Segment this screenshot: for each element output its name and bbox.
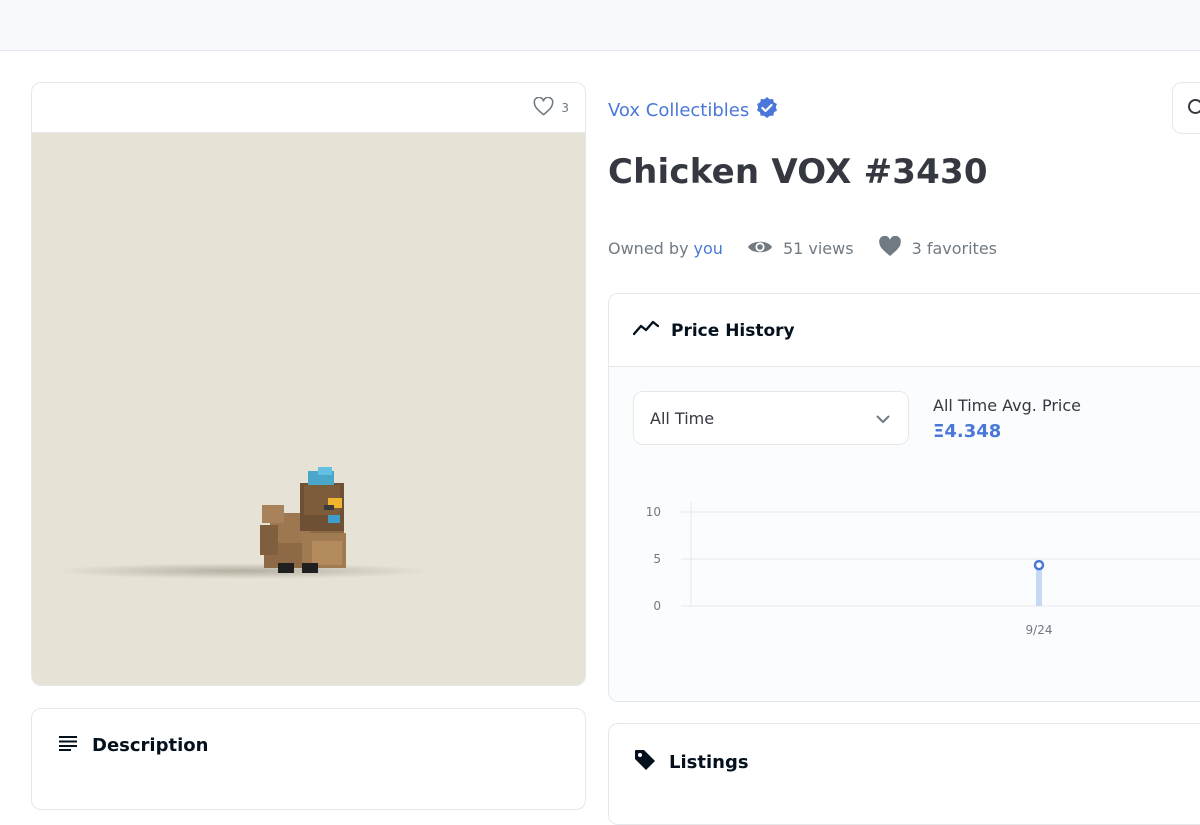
views-count: 51 views — [747, 238, 854, 260]
listings-header[interactable]: Listings — [633, 748, 749, 777]
favorites-text: 3 favorites — [911, 239, 997, 258]
favorites-count[interactable]: 3 favorites — [878, 235, 997, 261]
listings-card: Listings — [608, 723, 1200, 825]
avg-price-value: Ξ4.348 — [933, 421, 1002, 442]
eye-icon — [747, 238, 773, 260]
price-history-title: Price History — [671, 320, 795, 341]
owner-link[interactable]: you — [694, 239, 723, 258]
heart-icon — [878, 235, 902, 261]
asset-card-header: 3 — [32, 83, 585, 133]
asset-title: Chicken VOX #3430 — [608, 152, 988, 192]
voxel-chicken-illustration — [52, 467, 432, 579]
avg-price-label: All Time Avg. Price — [933, 396, 1081, 415]
price-history-chart: 0 5 10 9/24 — [646, 502, 1200, 637]
chart-y-tick-label: 0 — [653, 599, 661, 613]
favorite-count: 3 — [561, 101, 569, 115]
search-button[interactable] — [1172, 82, 1200, 134]
asset-meta-row: Owned by you 51 views 3 favorites — [608, 235, 997, 261]
chart-y-tick-label: 5 — [653, 552, 661, 566]
search-icon — [1187, 98, 1200, 122]
tag-icon — [633, 748, 657, 777]
price-history-card: Price History All Time All Time Avg. Pri… — [608, 293, 1200, 702]
price-history-header[interactable]: Price History — [609, 294, 1200, 367]
top-nav-bar — [0, 0, 1200, 51]
period-selected-value: All Time — [650, 408, 715, 428]
chart-bar — [1036, 565, 1042, 606]
description-card: Description — [31, 708, 586, 810]
asset-image-card: 3 — [31, 82, 586, 686]
heart-outline-icon — [533, 96, 554, 119]
trending-line-icon — [632, 320, 660, 341]
lines-icon — [58, 735, 78, 756]
asset-image[interactable] — [32, 133, 585, 685]
chart-data-point — [1033, 559, 1045, 571]
verified-badge-icon — [755, 96, 779, 125]
collection-name: Vox Collectibles — [608, 100, 750, 121]
period-select[interactable]: All Time — [633, 391, 909, 445]
description-title: Description — [92, 735, 209, 756]
description-header[interactable]: Description — [58, 735, 208, 756]
views-text: 51 views — [782, 239, 854, 258]
owned-by-label: Owned by — [608, 239, 689, 258]
listings-title: Listings — [669, 752, 749, 773]
chevron-down-icon — [876, 409, 890, 428]
chart-y-tick-label: 10 — [646, 505, 661, 519]
favorite-button[interactable]: 3 — [533, 96, 569, 119]
chart-x-tick-label: 9/24 — [1026, 623, 1053, 637]
collection-link[interactable]: Vox Collectibles — [608, 96, 779, 125]
